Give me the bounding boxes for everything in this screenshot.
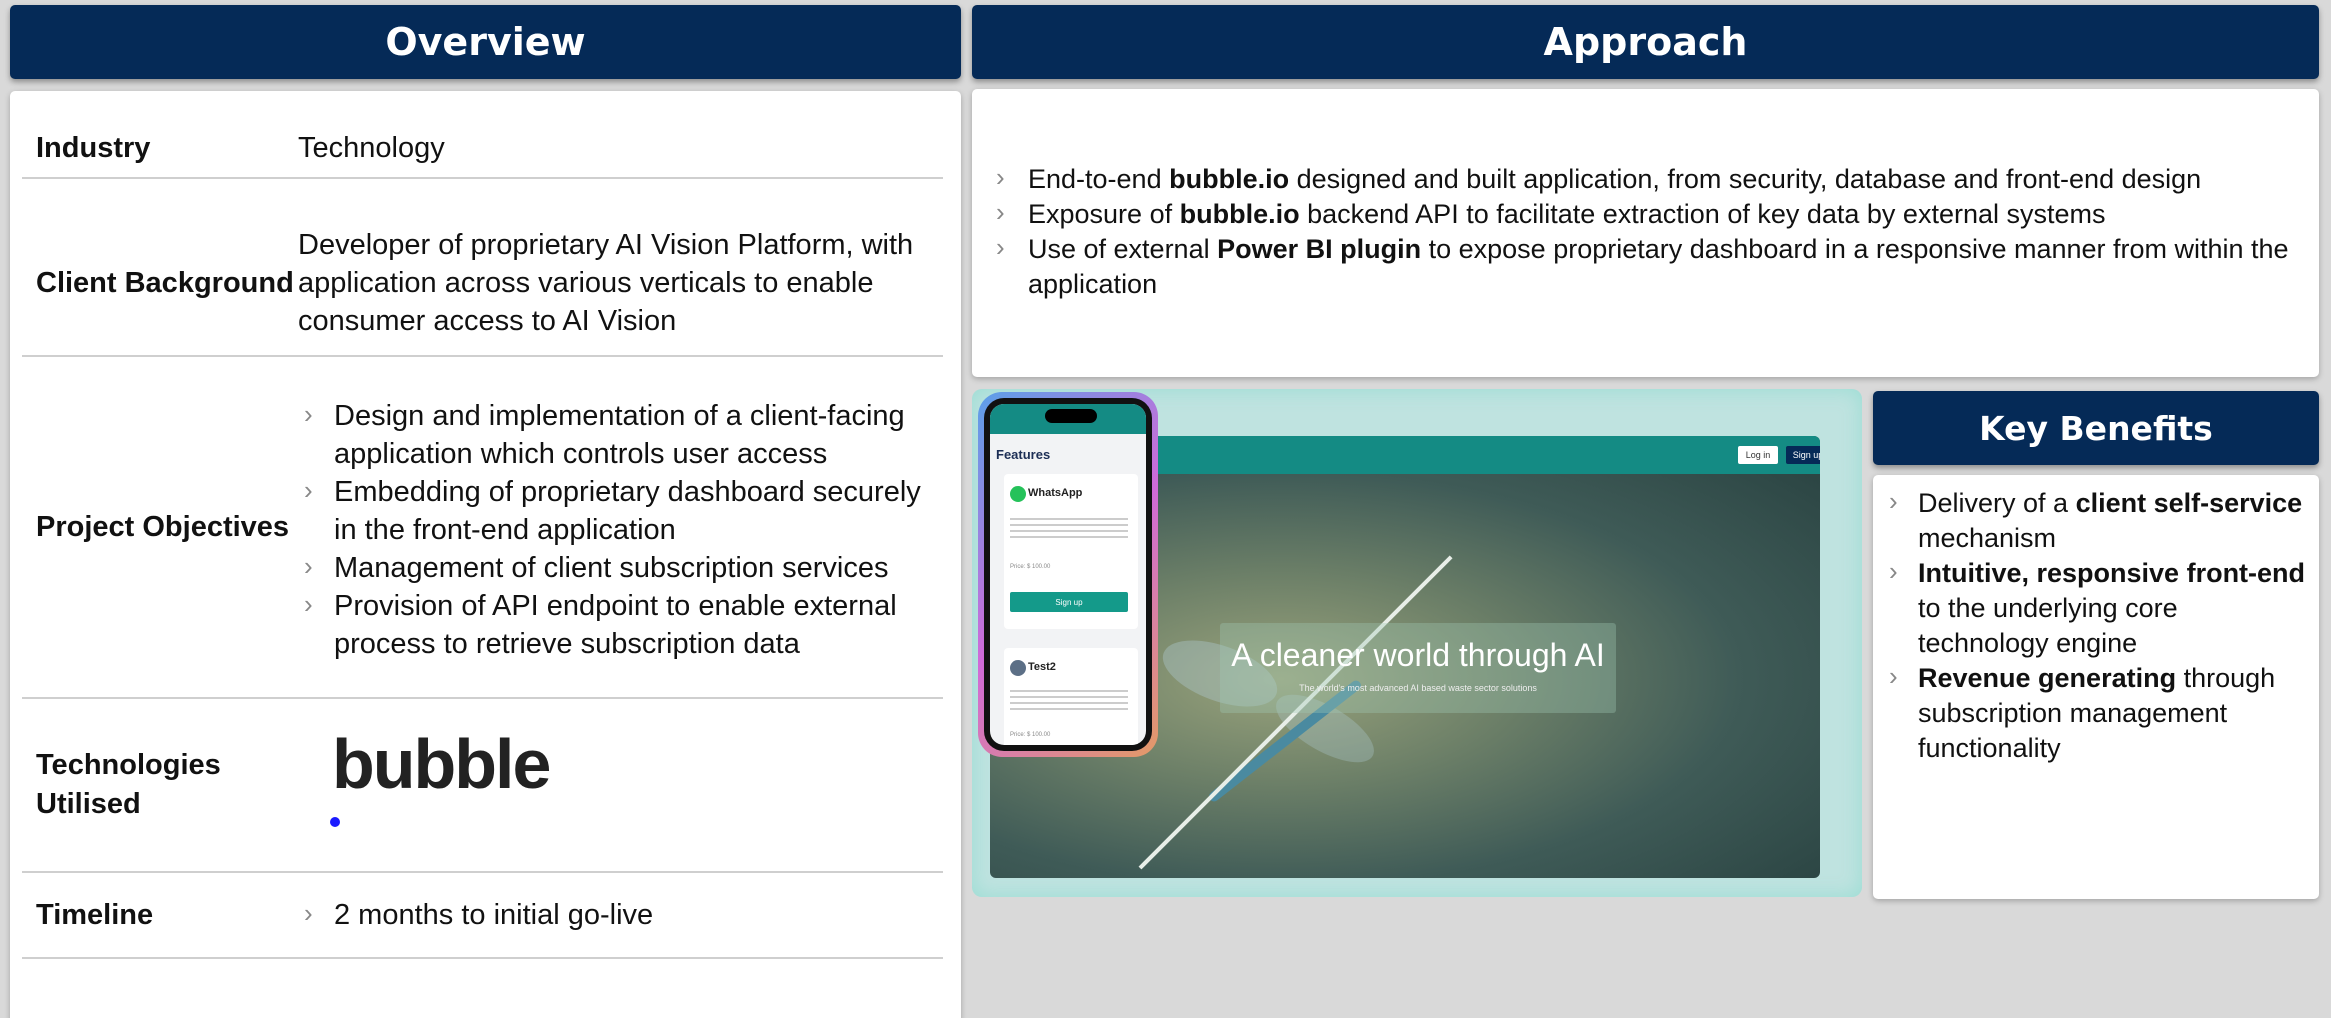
hero-title: A cleaner world through AI: [1231, 637, 1605, 673]
phone-card-text: [1010, 518, 1128, 540]
application-screenshot: Log in Sign up A cleaner world through A…: [972, 389, 1862, 897]
approach-item-text: Exposure of: [1028, 199, 1180, 229]
hero-subtitle: The world's most advanced AI based waste…: [1299, 683, 1537, 693]
benefit-item: Delivery of a client self-service mechan…: [1873, 484, 2313, 556]
approach-item-text: designed and built application, from sec…: [1289, 164, 2202, 194]
phone-feature-card: Test2 Price: $ 100.00: [1004, 648, 1138, 745]
phone-card-title: Test2: [1028, 661, 1056, 673]
benefit-item-bold: Intuitive, responsive front-end: [1918, 558, 2306, 588]
overview-title: Overview: [385, 20, 586, 64]
timeline-item: 2 months to initial go-live: [298, 894, 943, 934]
client-background-value: Developer of proprietary AI Vision Platf…: [298, 229, 914, 337]
client-background-label: Client Background: [36, 266, 294, 299]
row-client-background: Client Background Developer of proprieta…: [22, 211, 943, 357]
project-objectives-label: Project Objectives: [36, 510, 290, 543]
benefit-item-bold: client self-service: [2075, 488, 2303, 518]
site-signup-button: Sign up: [1786, 446, 1820, 464]
approach-item-text: End-to-end: [1028, 164, 1170, 194]
benefit-item: Revenue generating through subscription …: [1873, 659, 2313, 766]
approach-item-bold: bubble.io: [1179, 199, 1300, 229]
approach-header: Approach: [972, 5, 2319, 79]
timeline-label: Timeline: [36, 898, 154, 931]
phone-screen: Features WhatsApp Price: $ 100.00 Sign u…: [990, 404, 1146, 745]
phone-card-price: Price: $ 100.00: [1010, 732, 1051, 738]
approach-item-text: Use of external: [1028, 234, 1218, 264]
benefit-item: Intuitive, responsive front-end to the u…: [1873, 554, 2313, 661]
phone-frame: Features WhatsApp Price: $ 100.00 Sign u…: [984, 398, 1152, 751]
phone-card-text: [1010, 690, 1128, 712]
overview-card: Industry Technology Client Background De…: [10, 91, 961, 1018]
benefit-item-text: to the underlying core technology engine: [1918, 593, 2178, 658]
industry-value: Technology: [298, 132, 445, 164]
benefit-item-text: Delivery of a: [1918, 488, 2076, 518]
test2-icon: [1010, 660, 1026, 676]
bubble-logo-text: bubble: [332, 725, 551, 803]
approach-title: Approach: [1543, 20, 1748, 64]
phone-navbar: [990, 404, 1146, 434]
key-benefits-card: Delivery of a client self-service mechan…: [1873, 475, 2319, 899]
key-benefits-list: Delivery of a client self-service mechan…: [1873, 484, 2313, 766]
phone-feature-card: WhatsApp Price: $ 100.00 Sign up: [1004, 474, 1138, 629]
key-benefits-header: Key Benefits: [1873, 391, 2319, 465]
phone-notch: [1045, 409, 1097, 423]
timeline-list: 2 months to initial go-live: [298, 894, 943, 934]
objective-item: Provision of API endpoint to enable exte…: [298, 585, 943, 663]
project-objectives-list: Design and implementation of a client-fa…: [298, 391, 943, 663]
benefit-item-text: mechanism: [1918, 523, 2057, 553]
benefit-item-bold: Revenue generating: [1918, 663, 2177, 693]
bubble-logo-dot: [330, 817, 340, 827]
objective-item: Design and implementation of a client-fa…: [298, 395, 943, 473]
approach-item-bold: Power BI plugin: [1217, 234, 1422, 264]
approach-card: End-to-end bubble.io designed and built …: [972, 89, 2319, 377]
technologies-label: Technologies Utilised: [36, 749, 221, 820]
approach-item-text: backend API to facilitate extraction of …: [1299, 199, 2106, 229]
key-benefits-title: Key Benefits: [1979, 408, 2213, 448]
site-login-button: Log in: [1738, 446, 1778, 464]
approach-item-bold: bubble.io: [1169, 164, 1290, 194]
overview-header: Overview: [10, 5, 961, 79]
phone-card-price: Price: $ 100.00: [1010, 564, 1051, 570]
approach-item: Exposure of bubble.io backend API to fac…: [990, 195, 2300, 232]
row-industry: Industry Technology: [22, 119, 943, 179]
approach-list: End-to-end bubble.io designed and built …: [990, 160, 2300, 302]
objective-item: Management of client subscription servic…: [298, 547, 943, 587]
approach-item: End-to-end bubble.io designed and built …: [990, 160, 2300, 197]
whatsapp-icon: [1010, 486, 1026, 502]
industry-label: Industry: [36, 131, 151, 164]
objective-item: Embedding of proprietary dashboard secur…: [298, 471, 943, 549]
phone-features-title: Features: [996, 447, 1051, 462]
row-technologies: Technologies Utilised bubble: [22, 699, 943, 873]
row-project-objectives: Project Objectives Design and implementa…: [22, 357, 943, 699]
phone-mockup: Features WhatsApp Price: $ 100.00 Sign u…: [978, 392, 1158, 757]
row-timeline: Timeline 2 months to initial go-live: [22, 873, 943, 959]
hero-box: A cleaner world through AI The world's m…: [1220, 623, 1616, 713]
phone-signup-button: Sign up: [1010, 592, 1128, 612]
bubble-logo: bubble: [298, 699, 943, 871]
approach-item: Use of external Power BI plugin to expos…: [990, 230, 2300, 302]
phone-card-title: WhatsApp: [1028, 487, 1083, 499]
